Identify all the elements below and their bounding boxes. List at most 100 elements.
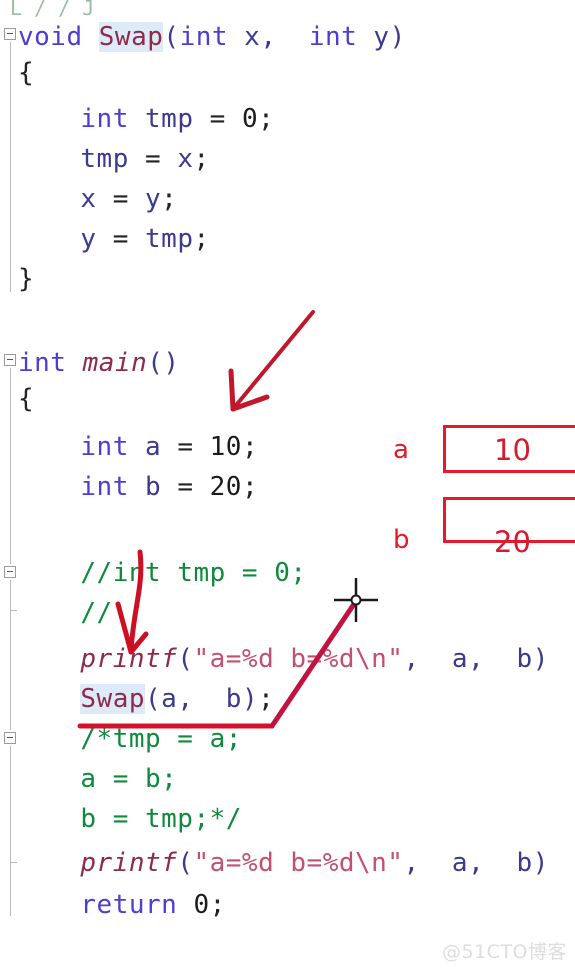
code-token: x <box>177 144 194 174</box>
code-token: void <box>18 22 83 52</box>
code-token: printf <box>80 848 178 878</box>
code-line[interactable]: b = tmp;*/ <box>80 804 242 834</box>
code-token: { <box>18 384 35 414</box>
code-token: y <box>80 224 97 254</box>
code-token: ; <box>258 104 275 134</box>
code-token: ; <box>258 684 275 714</box>
code-token: x <box>228 22 261 52</box>
code-line[interactable]: { <box>18 384 34 414</box>
code-token: , <box>260 22 277 52</box>
code-token: 20 <box>209 472 242 502</box>
fold-end-tick <box>10 610 17 611</box>
code-token: , <box>403 848 420 878</box>
variable-name-label: a <box>393 435 409 465</box>
code-line[interactable]: int main() <box>18 348 180 378</box>
code-token: "a=%d b=%d\n" <box>193 644 404 674</box>
cursor-crosshair-center <box>350 594 362 606</box>
code-token: = <box>128 144 178 174</box>
code-token: 0 <box>193 890 210 920</box>
code-token: a <box>419 644 469 674</box>
code-token: tmp <box>145 224 194 254</box>
code-token: ) <box>241 684 259 714</box>
variable-value-text: 10 <box>494 433 531 467</box>
code-token: 10 <box>209 432 242 462</box>
code-token: b <box>484 644 533 674</box>
code-token: } <box>18 264 35 294</box>
fold-guide-line <box>10 746 11 916</box>
fold-collapse-icon[interactable] <box>4 566 16 578</box>
fold-collapse-icon[interactable] <box>4 354 16 366</box>
code-token: b <box>484 848 533 878</box>
code-token: () <box>147 348 180 378</box>
code-token: int <box>308 22 358 52</box>
code-token: int <box>18 348 67 378</box>
code-line[interactable]: tmp = x; <box>80 144 209 174</box>
code-line[interactable]: Swap(a, b); <box>80 684 274 714</box>
code-line[interactable]: return 0; <box>80 890 225 920</box>
code-token: "a=%d b=%d\n" <box>193 848 404 878</box>
code-token: b <box>128 472 162 502</box>
code-token: ( <box>177 848 194 878</box>
fold-guide-line <box>10 580 11 730</box>
code-token: , <box>468 644 485 674</box>
code-token: y <box>357 22 390 52</box>
code-token: ( <box>145 684 162 714</box>
code-token: return <box>80 890 178 920</box>
code-line[interactable]: /*tmp = a; <box>80 724 242 754</box>
code-token: Swap <box>98 22 164 52</box>
fold-end-tick <box>10 862 17 863</box>
code-token: ) <box>532 848 549 878</box>
fold-guide-line <box>10 368 11 564</box>
code-line[interactable]: printf("a=%d b=%d\n", a, b) <box>80 848 548 878</box>
code-token: // <box>80 598 113 628</box>
code-token: a <box>161 684 178 714</box>
code-token: = <box>161 472 210 502</box>
code-line[interactable]: a = b; <box>80 764 177 794</box>
code-line[interactable]: y = tmp; <box>80 224 209 254</box>
clipped-top-line: L / / J <box>10 0 95 20</box>
fold-collapse-icon[interactable] <box>4 732 16 744</box>
code-line[interactable]: printf("a=%d b=%d\n", a, b) <box>80 644 548 674</box>
code-token: = <box>193 104 242 134</box>
code-token: y <box>145 184 162 214</box>
variable-name-label: b <box>393 525 410 555</box>
fold-guide-line <box>10 42 11 292</box>
code-token: ) <box>389 22 406 52</box>
code-line[interactable]: int b = 20; <box>80 472 258 502</box>
code-line[interactable]: int tmp = 0; <box>80 104 274 134</box>
code-line[interactable]: void Swap(int x, int y) <box>18 22 406 52</box>
code-token: int <box>80 104 129 134</box>
code-token: = <box>96 184 146 214</box>
code-token: , <box>177 684 194 714</box>
code-token: ; <box>241 432 259 462</box>
code-token: = <box>96 224 146 254</box>
code-token: ) <box>532 644 549 674</box>
fold-collapse-icon[interactable] <box>4 28 16 40</box>
code-token: x <box>80 184 97 214</box>
code-line[interactable]: x = y; <box>80 184 177 214</box>
annotation-arrowhead-left <box>228 368 236 412</box>
code-line[interactable]: } <box>18 264 34 294</box>
code-line[interactable]: int a = 10; <box>80 432 258 462</box>
code-token: ; <box>209 890 226 920</box>
code-token: Swap <box>80 684 146 714</box>
code-line[interactable]: { <box>18 58 34 88</box>
code-token: int <box>80 432 129 462</box>
code-token: , <box>468 848 485 878</box>
code-folding-gutter[interactable] <box>0 0 22 974</box>
code-token: int <box>179 22 229 52</box>
code-token: ; <box>193 224 210 254</box>
variable-value-text: 20 <box>494 525 531 559</box>
code-token: ( <box>177 644 194 674</box>
code-line[interactable]: //int tmp = 0; <box>80 558 306 588</box>
code-token: a <box>128 432 162 462</box>
code-line[interactable]: // <box>80 598 112 628</box>
code-token: { <box>18 58 35 88</box>
code-token: 0 <box>241 104 259 134</box>
code-token: tmp <box>80 144 129 174</box>
code-token: ( <box>163 22 180 52</box>
code-token: printf <box>80 644 178 674</box>
